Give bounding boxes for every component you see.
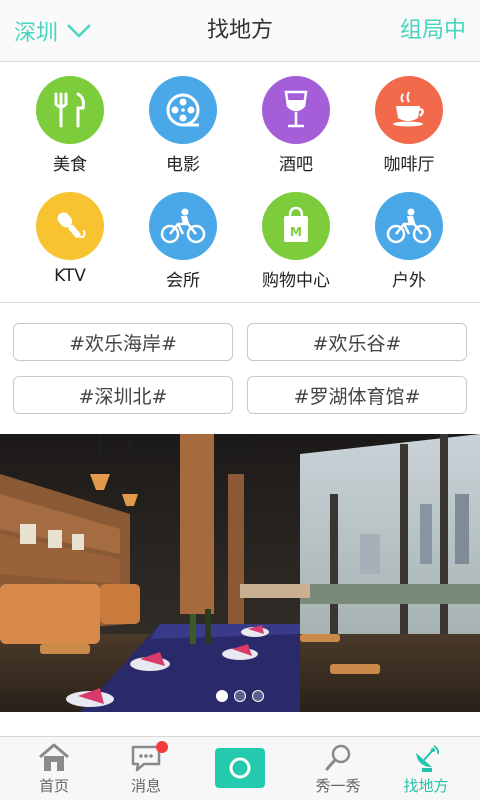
camera-icon: [229, 757, 251, 779]
group-in-progress-button[interactable]: 组局中: [400, 14, 466, 48]
tag-happy-valley[interactable]: #欢乐谷#: [247, 323, 467, 361]
camera-button[interactable]: [215, 748, 265, 788]
chevron-down-icon: [67, 24, 91, 38]
magnifier-icon: [323, 743, 353, 773]
microphone-icon: [36, 192, 104, 260]
tab-label: 消息: [130, 777, 161, 795]
category-label: KTV: [54, 266, 86, 286]
carousel-indicator: [0, 690, 480, 702]
category-label: 美食: [53, 155, 87, 175]
carousel-dot[interactable]: [216, 690, 228, 702]
banner-carousel[interactable]: [0, 434, 480, 712]
city-label: 深圳: [14, 21, 59, 46]
category-label: 购物中心: [262, 271, 330, 291]
tab-show[interactable]: 秀一秀: [290, 737, 386, 800]
category-club[interactable]: 会所: [128, 192, 238, 304]
category-ktv[interactable]: KTV: [15, 192, 125, 304]
category-bar[interactable]: 酒吧: [241, 76, 351, 188]
tab-messages[interactable]: 消息: [98, 737, 194, 800]
category-label: 电影: [166, 155, 200, 175]
message-icon: [130, 741, 168, 773]
carousel-dot[interactable]: [252, 690, 264, 702]
category-mall[interactable]: M 购物中心: [241, 192, 351, 304]
tag-luohu-stadium[interactable]: #罗湖体育馆#: [247, 376, 467, 414]
category-label: 酒吧: [279, 155, 313, 175]
bicycle-icon: [375, 192, 443, 260]
svg-text:M: M: [290, 225, 302, 239]
bicycle-icon: [149, 192, 217, 260]
tab-find-place[interactable]: 找地方: [378, 737, 474, 800]
top-bar: 深圳 找地方 组局中: [0, 0, 480, 62]
category-label: 会所: [166, 271, 200, 291]
banner-image: [0, 434, 480, 712]
tab-home[interactable]: 首页: [6, 737, 102, 800]
category-label: 咖啡厅: [383, 155, 435, 175]
tab-label: 找地方: [403, 777, 449, 795]
city-selector[interactable]: 深圳: [14, 14, 92, 48]
category-label: 户外: [392, 271, 426, 291]
wine-glass-icon: [262, 76, 330, 144]
category-outdoor[interactable]: 户外: [354, 192, 464, 304]
tag-shenzhen-north[interactable]: #深圳北#: [13, 376, 233, 414]
category-food[interactable]: 美食: [15, 76, 125, 188]
tag-happy-coast[interactable]: #欢乐海岸#: [13, 323, 233, 361]
satellite-dish-icon: [410, 743, 442, 773]
category-cafe[interactable]: 咖啡厅: [354, 76, 464, 188]
fork-knife-icon: [36, 76, 104, 144]
divider: [0, 302, 480, 303]
unread-badge: [156, 741, 168, 753]
home-icon: [37, 743, 71, 773]
carousel-dot[interactable]: [234, 690, 246, 702]
category-grid: 美食 电影 酒吧 咖啡厅 KTV 会所 M 购物中心 户外: [0, 70, 480, 298]
tab-label: 首页: [38, 777, 69, 795]
shopping-bag-icon: M: [262, 192, 330, 260]
coffee-cup-icon: [375, 76, 443, 144]
tab-label: 秀一秀: [315, 777, 361, 795]
film-reel-icon: [149, 76, 217, 144]
category-movie[interactable]: 电影: [128, 76, 238, 188]
